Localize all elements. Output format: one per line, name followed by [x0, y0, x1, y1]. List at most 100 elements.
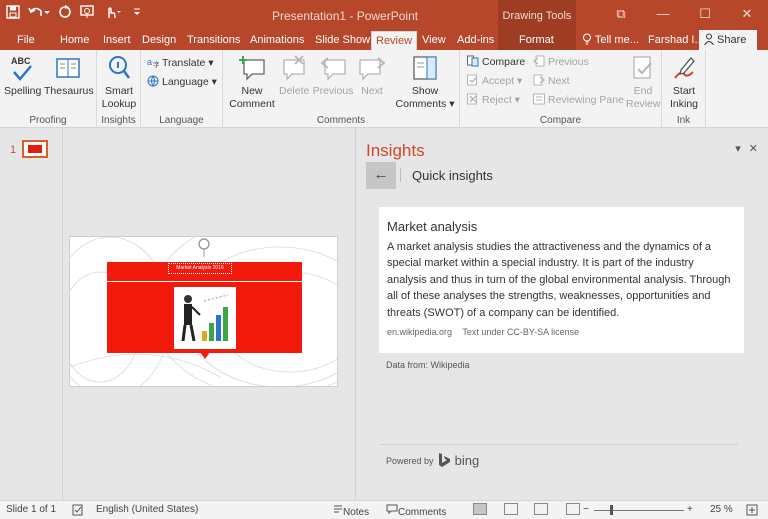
ink-group-label: Ink [676, 115, 691, 126]
reject-button[interactable]: Reject ▾ [467, 93, 520, 107]
tab-design[interactable]: Design [142, 31, 176, 50]
zoom-slider-thumb[interactable] [610, 505, 613, 515]
compare-button[interactable]: Compare [467, 55, 525, 69]
accept-icon [467, 74, 478, 86]
rotate-handle-icon[interactable] [193, 237, 215, 257]
svg-text:ABC: ABC [11, 56, 31, 66]
back-button[interactable]: ← [366, 162, 396, 189]
slide-title-box[interactable]: Market Analysis 2016 [168, 263, 232, 274]
smart-lookup-button[interactable]: Smart Lookup [99, 54, 139, 111]
title-bar: Presentation1 - PowerPoint Drawing Tools… [0, 0, 768, 30]
start-inking-button[interactable]: Start Inking [664, 54, 704, 111]
maximize-icon[interactable]: ☐ [684, 0, 726, 30]
end-review-button[interactable]: End Review [626, 54, 660, 111]
book-icon [56, 58, 80, 78]
slide-sorter-icon[interactable] [504, 503, 518, 515]
fit-slide-icon[interactable] [746, 504, 758, 519]
bing-icon [439, 453, 450, 467]
spell-check-icon[interactable] [72, 504, 84, 519]
close-icon[interactable]: ✕ [726, 0, 768, 30]
previous-comment-icon [320, 57, 346, 81]
previous-change-icon [533, 55, 545, 67]
source-link[interactable]: en.wikipedia.org [387, 327, 452, 337]
delete-comment-button[interactable]: Delete [279, 54, 309, 98]
language-status[interactable]: English (United States) [96, 504, 198, 515]
undo-icon[interactable] [28, 5, 50, 23]
zoom-in-button[interactable]: + [687, 504, 693, 515]
pen-icon [674, 57, 695, 79]
svg-text:a: a [147, 57, 152, 67]
account-name[interactable]: Farshad I... [648, 31, 704, 50]
pane-options-icon[interactable]: ▾ [735, 142, 741, 155]
language-icon [147, 75, 159, 87]
present-icon[interactable] [80, 5, 96, 23]
new-comment-button[interactable]: New Comment [227, 54, 277, 111]
tab-view[interactable]: View [422, 31, 446, 50]
quick-insights-heading: Quick insights [412, 168, 493, 183]
slide-thumbnail[interactable] [22, 140, 48, 158]
slide-count[interactable]: Slide 1 of 1 [6, 504, 56, 515]
save-icon[interactable] [6, 5, 20, 23]
insight-card[interactable]: Market analysis A market analysis studie… [379, 207, 744, 353]
minimize-icon[interactable]: — [642, 0, 684, 30]
window-controls: ⧉ — ☐ ✕ [600, 0, 768, 30]
group-ink: Start Inking Ink [662, 50, 706, 128]
share-button[interactable]: Share [699, 30, 757, 50]
business-chart-picture[interactable] [174, 287, 236, 349]
tab-slide-show[interactable]: Slide Show [315, 31, 370, 50]
language-button[interactable]: Language ▾ [147, 75, 217, 89]
show-comments-button[interactable]: Show Comments ▾ [395, 54, 455, 111]
next-comment-button[interactable]: Next [357, 54, 387, 98]
next-change-button[interactable]: Next [533, 74, 570, 88]
slide-canvas[interactable]: Market Analysis 2016 [69, 236, 338, 387]
thesaurus-button[interactable]: Thesaurus [44, 54, 94, 98]
tab-home[interactable]: Home [60, 31, 89, 50]
quick-access-toolbar [6, 5, 142, 23]
new-comment-icon [239, 56, 265, 81]
zoom-level[interactable]: 25 % [710, 504, 733, 515]
comments-group-label: Comments [316, 115, 366, 126]
show-comments-icon [413, 56, 437, 80]
reviewing-pane-button[interactable]: Reviewing Pane [533, 93, 624, 107]
next-comment-icon [359, 57, 386, 81]
touch-icon[interactable] [104, 5, 124, 23]
tell-me-label: Tell me... [594, 34, 639, 46]
ribbon-display-icon[interactable]: ⧉ [600, 0, 642, 30]
compare-group-label: Compare [539, 115, 582, 126]
card-title[interactable]: Market analysis [387, 219, 736, 234]
zoom-slider[interactable] [594, 510, 684, 511]
previous-comment-button[interactable]: Previous [311, 54, 355, 98]
license-text: Text under CC-BY-SA license [462, 327, 580, 338]
tab-format[interactable]: Format [519, 31, 554, 50]
proofing-label: Proofing [29, 115, 67, 126]
tab-animations[interactable]: Animations [250, 31, 304, 50]
header-separator [400, 168, 401, 182]
compare-icon [467, 55, 479, 67]
tab-review[interactable]: Review [371, 31, 418, 50]
person-icon [704, 33, 714, 45]
tab-file[interactable]: File [17, 31, 35, 50]
normal-view-icon[interactable] [473, 503, 487, 515]
accept-button[interactable]: Accept ▾ [467, 74, 522, 88]
redo-icon[interactable] [58, 5, 72, 23]
translate-button[interactable]: a 字 Translate ▾ [147, 56, 214, 70]
group-comments: New Comment Delete Previous Next Show Comm… [223, 50, 460, 128]
tab-transitions[interactable]: Transitions [187, 31, 240, 50]
tell-me-box[interactable]: Tell me... [582, 31, 639, 50]
spelling-button[interactable]: ABC Spelling [4, 54, 41, 98]
tab-add-ins[interactable]: Add-ins [457, 31, 494, 50]
tab-insert[interactable]: Insert [103, 31, 131, 50]
group-insights: Smart Lookup Insights [97, 50, 141, 128]
next-change-icon [533, 74, 545, 86]
window-title: Presentation1 - PowerPoint [272, 9, 419, 23]
pane-close-icon[interactable]: ✕ [749, 142, 758, 155]
notes-button[interactable]: Notes [333, 504, 369, 518]
comments-status-button[interactable]: Comments [386, 504, 446, 518]
previous-change-button[interactable]: Previous [533, 55, 589, 69]
reading-view-icon[interactable] [534, 503, 548, 515]
slide-divider [107, 281, 302, 282]
slide-show-icon[interactable] [566, 503, 580, 515]
zoom-out-button[interactable]: − [583, 504, 589, 515]
notes-icon [334, 505, 342, 513]
customize-icon[interactable] [132, 5, 142, 23]
